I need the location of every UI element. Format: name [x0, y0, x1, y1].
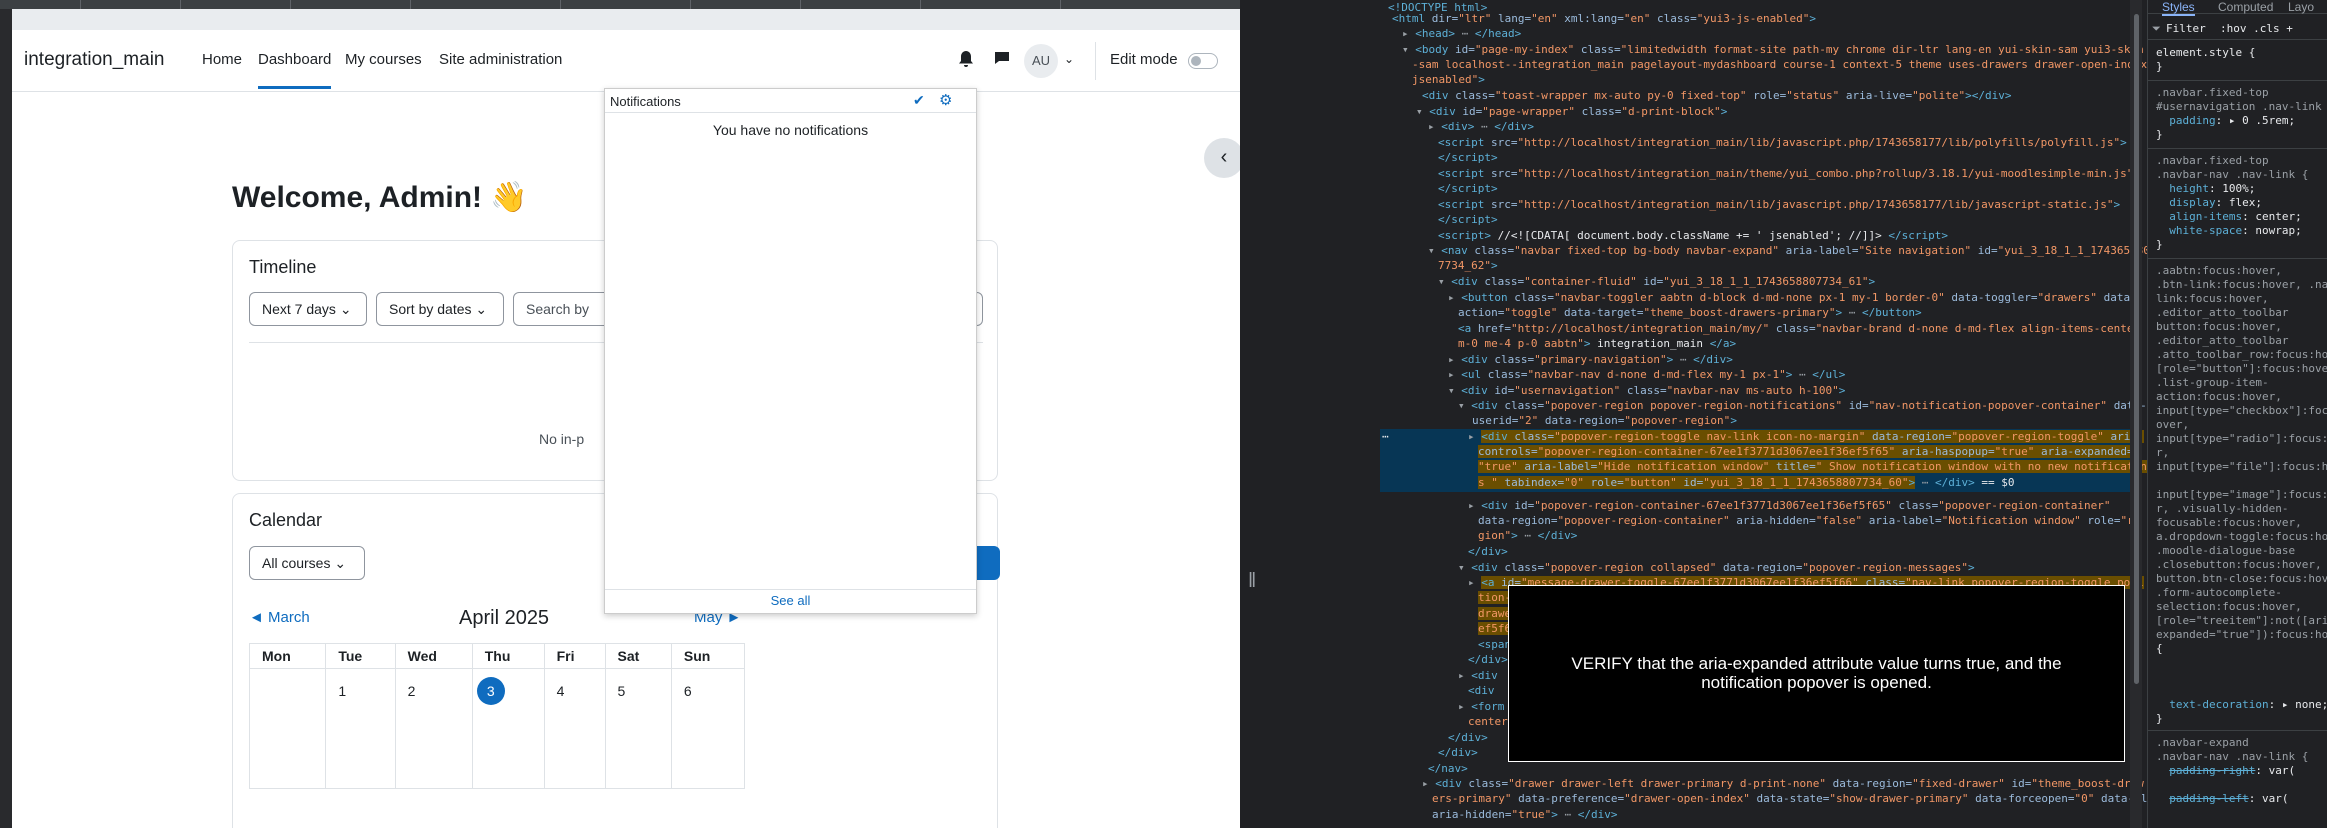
selected-marker: == $0	[1981, 476, 2015, 489]
elements-scroll-thumb[interactable]	[2134, 14, 2139, 684]
day-header: Mon	[248, 643, 327, 669]
day-header: Sun	[670, 643, 746, 669]
calendar-grid: Mon Tue Wed Thu Fri Sat Sun 1 2 3 4 5 6	[248, 643, 746, 789]
popover-footer: See all	[605, 589, 976, 613]
month-title: April 2025	[459, 607, 550, 629]
no-notifications-text: You have no notifications	[712, 122, 869, 138]
calendar-day[interactable]: 4	[543, 668, 606, 789]
calendar-title: Calendar	[249, 510, 323, 530]
day-header: Thu	[471, 643, 545, 669]
browser-top-strip	[0, 0, 1380, 9]
search-placeholder: Search by	[526, 301, 590, 317]
verification-text: VERIFY that the aria-expanded attribute …	[1571, 653, 2062, 692]
popover-header: Notifications ✔ ⚙	[605, 89, 976, 113]
calendar-day[interactable]: 5	[604, 668, 672, 789]
open-drawer-button[interactable]: ‹	[1204, 138, 1240, 178]
splitter-handle[interactable]: ‖	[1248, 570, 1256, 600]
nav-site-administration[interactable]: Site administration	[439, 51, 562, 68]
filter-tools[interactable]: :hov .cls +	[2220, 22, 2293, 35]
styles-filter[interactable]: ⏷ Filter :hov .cls +	[2148, 18, 2327, 40]
course-filter-select[interactable]: All courses ⌄	[249, 546, 365, 580]
sort-label: Sort by dates	[389, 301, 472, 317]
message-icon[interactable]	[992, 50, 1012, 70]
timeline-day-filter[interactable]: Next 7 days ⌄	[249, 292, 367, 326]
day-header: Tue	[325, 643, 396, 669]
chevron-left-icon: ‹	[1220, 146, 1228, 168]
top-navbar: integration_main Home Dashboard My cours…	[12, 30, 1240, 92]
calendar-day	[248, 668, 327, 789]
bell-icon[interactable]	[956, 50, 976, 70]
tab-styles[interactable]: Styles	[2162, 0, 2195, 16]
calendar-day[interactable]: 1	[325, 668, 396, 789]
day-header: Sat	[604, 643, 672, 669]
today-marker: 3	[476, 677, 505, 705]
calendar-day-today[interactable]: 3	[471, 668, 545, 789]
timeline-empty-text: No in-p	[539, 431, 585, 447]
edit-mode-toggle[interactable]	[1188, 53, 1218, 69]
left-gutter	[0, 9, 12, 828]
filter-label: Filter	[2166, 22, 2206, 35]
site-brand[interactable]: integration_main	[24, 49, 164, 71]
page-top-gap	[12, 9, 1240, 30]
navbar-divider	[1095, 42, 1096, 80]
timeline-title: Timeline	[249, 257, 317, 277]
day-filter-label: Next 7 days	[262, 301, 336, 317]
day-header: Wed	[394, 643, 473, 669]
day-header: Fri	[543, 643, 606, 669]
popover-title: Notifications	[610, 94, 681, 109]
nav-my-courses[interactable]: My courses	[345, 51, 422, 68]
browser-devtools-gap	[1240, 0, 1380, 828]
see-all-link[interactable]: See all	[771, 593, 811, 608]
verification-overlay: VERIFY that the aria-expanded attribute …	[1508, 585, 2125, 762]
moodle-page: integration_main Home Dashboard My cours…	[12, 30, 1240, 828]
gear-icon[interactable]: ⚙	[939, 91, 952, 109]
timeline-sort-select[interactable]: Sort by dates ⌄	[376, 292, 504, 326]
tab-computed[interactable]: Computed	[2218, 0, 2273, 14]
chevron-down-icon: ⌄	[475, 301, 488, 317]
tab-layout[interactable]: Layo	[2288, 0, 2314, 14]
page-title: Welcome, Admin! 👋	[232, 181, 528, 214]
styles-pane: Styles Computed Layo ⏷ Filter :hov .cls …	[2147, 0, 2327, 828]
filter-icon: ⏷	[2152, 22, 2161, 35]
nav-dashboard[interactable]: Dashboard	[258, 51, 332, 89]
notification-popover: Notifications ✔ ⚙ You have no notificati…	[604, 88, 977, 614]
chevron-down-icon[interactable]: ⌄	[1064, 52, 1074, 66]
edit-mode-label: Edit mode	[1110, 51, 1178, 68]
chevron-down-icon: ⌄	[339, 301, 352, 317]
chevron-down-icon: ⌄	[334, 555, 347, 571]
calendar-day[interactable]: 6	[670, 668, 746, 789]
calendar-day[interactable]: 2	[394, 668, 473, 789]
styles-tabs: Styles Computed Layo	[2148, 0, 2327, 16]
prev-month-link[interactable]: ◄ March	[249, 609, 310, 626]
avatar[interactable]: AU	[1024, 44, 1058, 78]
check-icon[interactable]: ✔	[913, 92, 925, 109]
course-filter-label: All courses	[262, 555, 331, 571]
nav-home[interactable]: Home	[202, 51, 242, 68]
